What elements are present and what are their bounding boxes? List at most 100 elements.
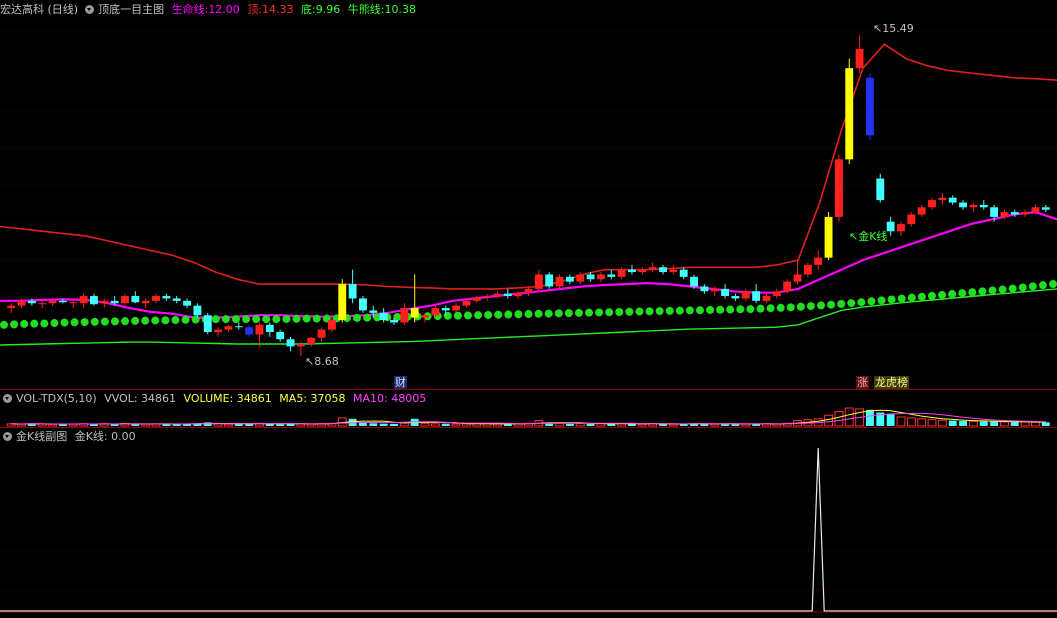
candle-body [79,296,88,304]
bull-bear-dot [80,318,89,327]
bull-bear-dot [60,318,69,327]
bull-bear-dot [897,294,906,303]
candle-body [576,274,585,282]
candle-body [234,326,243,328]
candle-body [441,308,450,311]
finance-tag[interactable]: 财 [394,376,407,389]
bull-bear-dot [564,309,573,318]
bull-bear-dot [453,311,462,320]
bull-bear-dot [40,319,49,328]
candle-body [524,288,533,293]
candle-body [296,344,305,347]
candle-body [969,204,978,208]
candle-body [327,320,336,330]
bull-bear-dot [131,316,140,325]
bull-bear-dot [141,316,150,325]
candle-body [659,267,667,273]
candle-body [307,337,316,345]
candle-body [545,274,554,287]
candle-body [700,286,709,292]
candle-body [286,339,295,347]
volume-bar [1000,421,1009,427]
volume-bar [420,422,430,427]
bull-bear-dot [847,299,856,308]
candle-body [390,320,398,323]
volume-bar [306,423,316,427]
bull-bear-dot [766,304,775,313]
candle-body [669,269,678,273]
bull-bear-dot [907,293,916,302]
bull-bear-dot [988,286,997,295]
dropdown-icon[interactable] [3,432,12,441]
candle-body [607,274,616,277]
bull-bear-dot [887,295,896,304]
bull-bear-dot [615,308,624,317]
volume-bar [390,423,398,426]
bull-bear-dot [958,289,967,298]
candle-body [172,298,181,301]
bull-bear-dot [685,306,694,315]
candle-body [152,296,160,301]
bull-bear-dot [857,298,866,307]
volume-bar [968,420,978,427]
candle-body [472,297,481,301]
bull-bear-dot [716,305,725,314]
bull-bear-dot [353,313,362,322]
dragon-tiger-tag[interactable]: 龙虎榜 [874,376,909,389]
sub-indicator-name[interactable]: 金K线副图 [16,430,67,443]
volume-bar [834,411,844,427]
candle-body [58,300,67,303]
main-vol-divider [0,389,1057,390]
bull-bear-dot [695,306,704,315]
chart-canvas[interactable] [0,0,1057,618]
bull-bear-dot [544,309,553,318]
candle-body [245,327,254,335]
candle-body [359,298,367,311]
candlesticks [7,35,1050,357]
bull-bear-dot [191,315,200,324]
volume-bar [959,420,967,426]
candle-body [493,293,502,297]
volume-value: VOLUME: 34861 [183,392,272,405]
bull-bear-dot [30,319,39,328]
candle-body [617,269,626,277]
candle-body [400,308,409,323]
candle-body [690,276,698,287]
bull-bear-dot [534,309,543,318]
candle-body [162,296,171,299]
bull-bear-dot [231,315,240,324]
candle-body [803,264,812,275]
candle-body [741,291,750,299]
candle-body [772,291,781,297]
volume-bar [575,422,585,427]
candle-body [48,300,57,304]
candle-body [90,296,98,305]
sub-panel-header: 金K线副图 金K线: 0.00 [0,429,140,445]
candle-body [866,77,874,136]
bull-bear-dot [1008,284,1017,293]
bull-bear-dot [625,307,634,316]
candle-body [917,207,926,215]
candle-body [814,257,823,265]
candle-body [317,329,326,338]
candle-body [141,300,150,304]
candle-body [824,216,833,258]
bull-bear-dot [978,287,987,296]
volume-bar [224,423,233,427]
bull-bear-dot [161,316,170,325]
bull-bear-dot [635,307,644,316]
candle-body [793,274,802,282]
volume-bar [937,419,947,427]
vol-indicator-name[interactable]: VOL-TDX(5,10) [16,392,97,405]
volume-bar [565,423,574,426]
dropdown-icon[interactable] [3,394,12,403]
bull-bear-dot [756,304,765,313]
bull-bear-dot [0,320,8,329]
volume-bar [430,423,440,427]
candle-body [431,308,440,316]
candle-body [596,274,605,280]
limit-up-tag[interactable]: 涨 [856,376,869,389]
bull-bear-dot [817,301,826,310]
candle-body [100,300,109,304]
volume-bar [990,421,999,426]
